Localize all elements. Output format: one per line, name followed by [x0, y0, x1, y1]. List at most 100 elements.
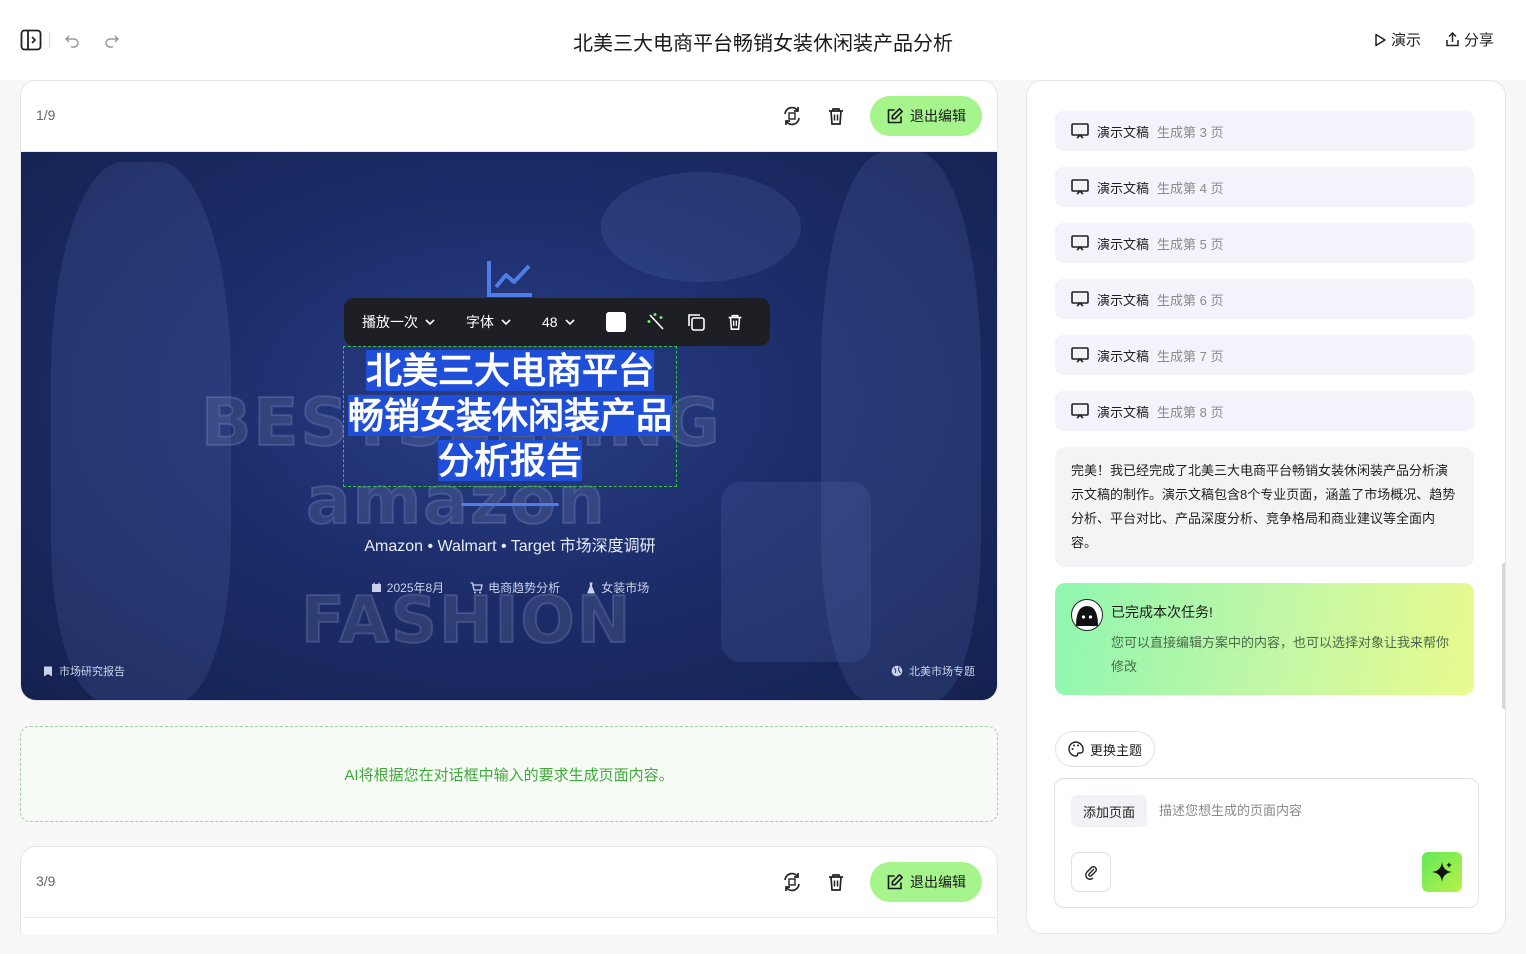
step-item: 演示文稿 生成第 8 页 — [1055, 391, 1474, 431]
step-item: 演示文稿 生成第 6 页 — [1055, 279, 1474, 319]
share-label: 分享 — [1463, 32, 1494, 49]
add-page-button[interactable]: 添加页面 — [1071, 795, 1148, 827]
font-size-label: 48 — [542, 314, 558, 330]
slide-title-line: 分析报告 — [343, 438, 677, 483]
slides-column: 1/9 退出编辑 BESTSELLING amazon FASH — [20, 80, 998, 934]
presentation-icon — [1071, 235, 1089, 251]
regenerate-button[interactable] — [778, 868, 806, 896]
share-icon — [1446, 32, 1459, 47]
page-number: 3/9 — [36, 873, 56, 889]
text-color-swatch[interactable] — [605, 312, 626, 332]
font-size-dropdown[interactable]: 48 — [542, 314, 576, 330]
chevron-down-icon — [425, 319, 435, 326]
step-label: 演示文稿 — [1097, 236, 1150, 252]
meta-topic-text: 电商趋势分析 — [488, 581, 561, 595]
send-button[interactable] — [1422, 852, 1462, 892]
ai-magic-button[interactable] — [646, 312, 666, 332]
step-label: 演示文稿 — [1097, 348, 1150, 364]
meta-market-text: 女装市场 — [601, 581, 650, 595]
step-label: 演示文稿 — [1097, 180, 1150, 196]
exit-edit-button[interactable]: 退出编辑 — [870, 862, 982, 902]
dress-icon — [587, 582, 596, 593]
slide-title-line: 畅销女装休闲装产品 — [343, 393, 677, 438]
presentation-icon — [1071, 347, 1089, 363]
refresh-icon — [784, 872, 800, 892]
slide-canvas[interactable]: BESTSELLING amazon FASHION 播放一次 字体 48 — [21, 152, 997, 700]
shopping-cart-icon — [470, 581, 483, 593]
globe-icon — [891, 665, 903, 677]
animation-dropdown[interactable]: 播放一次 — [362, 312, 436, 332]
change-theme-button[interactable]: 更换主题 — [1055, 731, 1156, 767]
delete-slide-button[interactable] — [822, 868, 850, 896]
chat-scrollbar[interactable] — [1502, 563, 1505, 709]
trash-icon — [829, 108, 843, 125]
change-theme-label: 更换主题 — [1090, 742, 1143, 758]
slide-card-1: 1/9 退出编辑 BESTSELLING amazon FASH — [20, 80, 998, 701]
duplicate-button[interactable] — [686, 312, 706, 332]
trash-icon — [728, 314, 741, 330]
attach-button[interactable] — [1071, 852, 1111, 892]
slide-meta-row: 2025年8月 电商趋势分析 女装市场 — [21, 579, 997, 596]
prompt-input[interactable] — [1159, 803, 1459, 818]
play-icon — [1375, 33, 1386, 46]
message-composer: 添加页面 — [1054, 778, 1479, 908]
slide-subtitle[interactable]: Amazon • Walmart • Target 市场深度调研 — [21, 532, 997, 556]
chevron-down-icon — [501, 319, 511, 326]
step-detail: 生成第 3 页 — [1157, 124, 1224, 140]
top-bar: 北美三大电商平台畅销女装休闲装产品分析 演示 分享 — [0, 0, 1526, 80]
paperclip-icon — [1085, 866, 1097, 880]
present-label: 演示 — [1390, 32, 1421, 49]
exit-edit-button[interactable]: 退出编辑 — [870, 96, 982, 136]
task-complete-card: 已完成本次任务! 您可以直接编辑方案中的内容，也可以选择对象让我来帮你修改 — [1055, 583, 1474, 695]
step-detail: 生成第 7 页 — [1157, 348, 1224, 364]
step-detail: 生成第 5 页 — [1157, 236, 1224, 252]
delete-element-button[interactable] — [726, 313, 744, 331]
slide-title-text: 分析报告 — [437, 440, 582, 481]
chat-panel: 演示文稿 生成第 3 页 演示文稿 生成第 4 页 演示文稿 生成第 5 页 演… — [1026, 80, 1506, 934]
share-button[interactable]: 分享 — [1445, 29, 1494, 50]
font-dropdown[interactable]: 字体 — [466, 312, 512, 332]
calendar-icon — [371, 582, 381, 592]
bg-bag — [721, 482, 871, 662]
step-detail: 生成第 4 页 — [1157, 180, 1224, 196]
font-label: 字体 — [466, 314, 494, 330]
meta-date: 2025年8月 — [371, 579, 444, 596]
ai-generation-placeholder[interactable]: AI将根据您在对话框中输入的要求生成页面内容。 — [20, 726, 998, 822]
presentation-icon — [1071, 291, 1089, 307]
task-complete-text: 您可以直接编辑方案中的内容，也可以选择对象让我来帮你修改 — [1111, 635, 1450, 674]
bg-shoe — [601, 172, 801, 282]
chevron-down-icon — [565, 319, 575, 326]
edit-icon — [887, 108, 903, 124]
meta-topic: 电商趋势分析 — [470, 579, 560, 596]
presentation-icon — [1071, 403, 1089, 419]
assistant-message: 完美！我已经完成了北美三大电商平台畅销女装休闲装产品分析演示文稿的制作。演示文稿… — [1055, 447, 1474, 567]
slide-title-line: 北美三大电商平台 — [343, 348, 677, 393]
slide-title-text: 畅销女装休闲装产品 — [347, 395, 672, 436]
step-label: 演示文稿 — [1097, 404, 1150, 420]
document-title: 北美三大电商平台畅销女装休闲装产品分析 — [573, 33, 953, 55]
magic-wand-icon — [647, 313, 664, 330]
exit-edit-label: 退出编辑 — [910, 874, 966, 890]
bookmark-icon — [44, 666, 52, 676]
top-bar-right: 演示 分享 — [1373, 29, 1494, 50]
slide-actions: 退出编辑 — [778, 862, 982, 902]
step-item: 演示文稿 生成第 7 页 — [1055, 335, 1474, 375]
exit-edit-label: 退出编辑 — [910, 108, 966, 124]
step-item: 演示文稿 生成第 3 页 — [1055, 111, 1474, 151]
footer-right-text: 北美市场专题 — [909, 666, 975, 678]
trash-icon — [829, 874, 843, 891]
slide-title[interactable]: 北美三大电商平台 畅销女装休闲装产品 分析报告 — [343, 348, 677, 483]
slide-actions: 退出编辑 — [778, 96, 982, 136]
meta-date-text: 2025年8月 — [386, 581, 445, 595]
delete-slide-button[interactable] — [822, 102, 850, 130]
edit-icon — [887, 874, 903, 890]
regenerate-button[interactable] — [778, 102, 806, 130]
present-button[interactable]: 演示 — [1373, 29, 1421, 50]
slide-footer-left: 市场研究报告 — [43, 663, 125, 679]
chart-line-icon — [486, 260, 534, 303]
assistant-avatar — [1071, 599, 1103, 631]
animation-label: 播放一次 — [362, 314, 418, 330]
step-item: 演示文稿 生成第 5 页 — [1055, 223, 1474, 263]
step-item: 演示文稿 生成第 4 页 — [1055, 167, 1474, 207]
refresh-icon — [784, 106, 800, 126]
